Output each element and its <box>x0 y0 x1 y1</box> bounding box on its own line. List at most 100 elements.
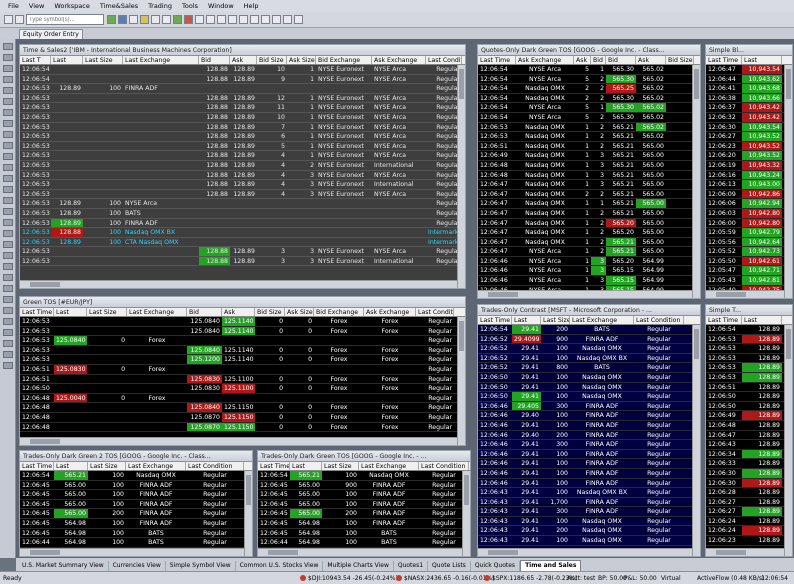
table-row[interactable]: 12:06:43 29.41 100 Nasdaq OMX Regular <box>478 536 700 546</box>
column-header[interactable]: Ask Exchange <box>364 308 416 316</box>
chart-icon[interactable] <box>151 15 160 24</box>
table-row[interactable]: 12:06:49 Nasdaq OMX 1 3 565.21 565.00 <box>478 151 700 161</box>
tool-icon[interactable] <box>3 98 13 105</box>
tool-icon[interactable] <box>3 351 13 358</box>
column-header[interactable]: Last Size <box>87 308 127 316</box>
table-row[interactable]: 12:06:53 128.89 <box>706 372 792 383</box>
table-row[interactable]: 12:06:30 10,943.54 <box>706 122 792 133</box>
tool-icon[interactable] <box>3 318 13 325</box>
table-row[interactable]: 12:06:45 564.98 100 FINRA ADF Regular <box>20 519 252 529</box>
table-row[interactable]: 12:06:53 128.88 128.89 10 1 NYSE Euronext NYSE… <box>20 113 465 123</box>
table-row[interactable]: 12:06:54 NYSE Arca 5 2 565.30 565.02 <box>478 74 700 85</box>
vertical-scrollbar[interactable] <box>784 65 792 298</box>
table-row[interactable]: 12:06:53 128.88 128.89 4 3 NYSE Euronext Inter… <box>20 180 465 190</box>
menu-item-file[interactable]: File <box>8 2 19 10</box>
table-row[interactable]: 12:06:48 Nasdaq OMX 1 3 565.21 565.00 <box>478 161 700 171</box>
column-header[interactable]: Ask Size <box>287 56 316 64</box>
table-row[interactable]: 12:06:54 29.41 200 BATS Regular <box>478 325 700 335</box>
horizontal-scrollbar[interactable] <box>20 548 244 556</box>
table-row[interactable]: 12:06:53 Nasdaq OMX 1 2 565.21 565.02 <box>478 132 700 142</box>
table-row[interactable]: 12:06:47 Nasdaq OMX 1 3 565.21 565.00 <box>478 180 700 190</box>
window-icon[interactable] <box>250 15 259 24</box>
table-row[interactable]: 12:06:54 Nasdaq OMX 2 2 565.25 565.02 <box>478 84 700 94</box>
table-row[interactable]: 12:06:50 29.41 100 Nasdaq OMX Regular <box>478 383 700 393</box>
table-row[interactable]: 12:06:53 128.88 100 Nasdaq OMX BX Intermarke… <box>20 228 465 238</box>
table-row[interactable]: 12:06:43 29.41 200 Nasdaq OMX Regular <box>478 526 700 537</box>
tool-icon[interactable] <box>3 175 13 182</box>
table-row[interactable]: 12:06:53 Nasdaq OMX 1 2 565.21 565.02 <box>478 122 700 133</box>
tab-common-u-s-stocks-view[interactable]: Common U.S. Stocks View <box>236 561 324 571</box>
table-row[interactable]: 12:06:47 Nasdaq OMX 1 2 565.21 565.00 <box>478 237 700 248</box>
column-header[interactable]: Last Condition <box>634 316 684 324</box>
table-row[interactable]: 12:05:56 10,942.64 <box>706 237 792 248</box>
table-row[interactable]: 12:06:00 10,942.80 <box>706 218 792 229</box>
table-row[interactable]: 12:06:47 Nasdaq OMX 1 2 565.20 565.00 <box>478 228 700 238</box>
table-row[interactable]: 12:06:48 125.0870 125.1150 0 0 Forex Forex Regu… <box>20 422 465 433</box>
buy-icon[interactable] <box>173 15 182 24</box>
table-row[interactable]: 12:06:53 125.0840 125.1140 0 0 Forex Forex Regu… <box>20 345 465 356</box>
column-header[interactable]: Last Time <box>20 462 54 470</box>
table-row[interactable]: 12:06:53 128.88 128.89 4 1 NYSE Euronext NYSE … <box>20 151 465 161</box>
table-row[interactable]: 12:06:46 29.41 100 FINRA ADF Regular <box>478 469 700 479</box>
column-header[interactable]: Last <box>290 462 322 470</box>
tool-icon[interactable] <box>3 241 13 248</box>
tool-icon[interactable] <box>3 329 13 336</box>
window-icon[interactable] <box>272 15 281 24</box>
table-row[interactable]: 12:06:49 128.89 <box>706 411 792 421</box>
table-row[interactable]: 12:06:53 128.88 128.89 3 3 NYSE Euronext Inter… <box>20 256 465 267</box>
horizontal-scrollbar[interactable] <box>478 548 692 556</box>
table-row[interactable]: 12:06:47 NYSE Arca 1 2 565.21 565.00 <box>478 247 700 257</box>
tool-icon[interactable] <box>3 153 13 160</box>
tool-icon[interactable] <box>3 142 13 149</box>
column-header[interactable]: Last <box>51 56 83 64</box>
menu-item-workspace[interactable]: Workspace <box>54 2 90 10</box>
table-row[interactable]: 12:06:47 Nasdaq OMX 1 2 565.20 565.00 <box>478 218 700 229</box>
table-row[interactable]: 12:06:06 10,942.94 <box>706 199 792 209</box>
symbol-input[interactable] <box>26 14 104 25</box>
horizontal-scrollbar[interactable] <box>706 290 784 298</box>
column-header[interactable]: Last Exchange <box>359 462 419 470</box>
table-row[interactable]: 12:06:54 128.88 128.89 9 1 NYSE Euronext NYSE … <box>20 75 465 85</box>
table-row[interactable]: 12:05:59 10,942.79 <box>706 228 792 238</box>
column-header[interactable]: Last Exchange <box>570 316 634 324</box>
column-header[interactable]: Last Condition <box>426 56 462 64</box>
table-row[interactable]: 12:06:44 564.98 100 BATS Regular <box>20 538 252 548</box>
tool-icon[interactable] <box>3 76 13 83</box>
tab-simple-symbol-view[interactable]: Simple Symbol View <box>166 561 236 571</box>
table-row[interactable]: 12:06:38 10,943.66 <box>706 93 792 104</box>
column-header[interactable]: Last Condition <box>419 462 469 470</box>
table-row[interactable]: 12:05:52 10,942.73 <box>706 247 792 257</box>
window-icon[interactable] <box>283 15 292 24</box>
table-row[interactable]: 12:06:51 128.89 <box>706 383 792 393</box>
table-row[interactable]: 12:06:16 10,943.24 <box>706 170 792 181</box>
table-row[interactable]: 12:06:48 Nasdaq OMX 1 3 565.21 565.00 <box>478 171 700 181</box>
table-row[interactable]: 12:06:44 10,943.62 <box>706 74 792 85</box>
column-header[interactable]: Last <box>742 316 782 324</box>
tool-icon[interactable] <box>3 43 13 50</box>
vertical-scrollbar[interactable] <box>692 65 700 298</box>
table-row[interactable]: 12:06:09 10,942.86 <box>706 189 792 200</box>
table-row[interactable]: 12:05:50 10,942.61 <box>706 256 792 267</box>
table-row[interactable]: 12:06:45 565.00 100 FINRA ADF Regular <box>20 481 252 491</box>
table-row[interactable]: 12:06:23 10,943.52 <box>706 141 792 152</box>
menu-item-trading[interactable]: Trading <box>148 2 172 10</box>
table-row[interactable]: 12:06:52 29.41 100 Nasdaq OMX Regular <box>478 344 700 354</box>
folder-icon[interactable] <box>140 15 149 24</box>
table-row[interactable]: 12:06:53 128.88 128.89 4 3 NYSE Euronext NYSE … <box>20 171 465 181</box>
table-row[interactable]: 12:06:45 565.00 200 FINRA ADF Regular <box>20 509 252 519</box>
table-row[interactable]: 12:06:54 565.21 100 Nasdaq OMX Regular <box>258 471 470 481</box>
table-row[interactable]: 12:06:43 29.41 300 FINRA ADF Regular <box>478 507 700 517</box>
save-icon[interactable] <box>118 15 127 24</box>
tab-quote-lists[interactable]: Quote Lists <box>428 561 471 571</box>
grid-icon[interactable] <box>162 15 171 24</box>
table-row[interactable]: 12:06:53 128.88 128.89 5 1 NYSE Euronext NYSE … <box>20 142 465 152</box>
table-row[interactable]: 12:06:47 Nasdaq OMX 2 2 565.21 565.00 <box>478 190 700 200</box>
column-header[interactable]: Last Exchange <box>127 308 187 316</box>
column-header[interactable]: Ask Size <box>285 308 314 316</box>
vertical-scrollbar[interactable] <box>784 325 792 556</box>
table-row[interactable]: 12:06:53 128.89 <box>706 344 792 354</box>
table-row[interactable]: 12:06:53 125.0840 125.1140 0 0 Forex Forex Regu… <box>20 326 465 337</box>
table-row[interactable]: 12:06:24 128.89 <box>706 526 792 537</box>
menu-item-view[interactable]: View <box>29 2 44 10</box>
column-header[interactable]: Bid Size <box>257 56 287 64</box>
